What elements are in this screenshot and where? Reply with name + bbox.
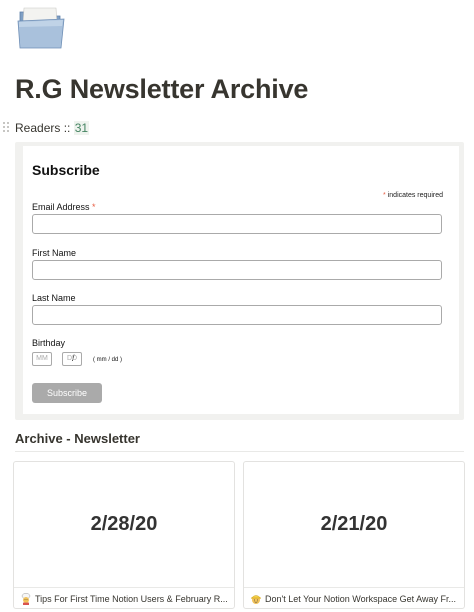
subscribe-embed: Subscribe * indicates required Email Add… <box>15 142 464 420</box>
required-note-text: indicates required <box>387 192 443 199</box>
birthday-hint: ( mm / dd ) <box>93 357 123 363</box>
cook-emoji-icon <box>21 593 31 605</box>
email-required-asterisk: * <box>92 202 96 212</box>
card-footer: Tips For First Time Notion Users & Febru… <box>14 587 234 608</box>
email-field[interactable] <box>32 214 442 234</box>
card-cover: 2/28/20 <box>14 462 234 587</box>
readers-label: Readers :: <box>15 121 71 135</box>
card-title: Don't Let Your Notion Workspace Get Away… <box>265 594 456 604</box>
last-name-label: Last Name <box>32 293 76 303</box>
gallery-card[interactable]: 2/21/20 Don't Let Your Notion Workspace … <box>243 461 465 609</box>
card-footer: Don't Let Your Notion Workspace Get Away… <box>244 587 464 608</box>
archive-section-title: Archive - Newsletter <box>15 431 140 446</box>
folder-icon <box>17 7 65 49</box>
card-title: Tips For First Time Notion Users & Febru… <box>35 594 228 604</box>
required-note: * indicates required <box>383 192 443 199</box>
birthday-label: Birthday <box>32 338 66 348</box>
last-name-field[interactable] <box>32 305 442 325</box>
birthday-day-input[interactable]: DD <box>62 352 82 366</box>
readers-count: 31 <box>73 121 90 135</box>
readers-row: Readers :: 31 <box>15 121 90 135</box>
birthday-month-input[interactable]: MM <box>32 352 52 366</box>
drag-handle-icon[interactable] <box>3 122 11 134</box>
gallery-card[interactable]: 2/28/20 Tips For First Time Notion Users… <box>13 461 235 609</box>
required-asterisk: * <box>383 192 386 199</box>
card-date: 2/28/20 <box>90 513 158 535</box>
card-date: 2/21/20 <box>320 513 388 535</box>
subscribe-heading: Subscribe <box>32 162 100 178</box>
first-name-label: First Name <box>32 248 77 258</box>
hard-hat-face-emoji-icon <box>250 595 262 604</box>
first-name-field[interactable] <box>32 260 442 280</box>
section-divider <box>15 451 464 452</box>
email-label-text: Email Address <box>32 202 90 212</box>
subscribe-form: Subscribe * indicates required Email Add… <box>23 146 459 414</box>
card-cover: 2/21/20 <box>244 462 464 587</box>
subscribe-button[interactable]: Subscribe <box>32 383 102 403</box>
email-label: Email Address * <box>32 202 96 212</box>
page-title: R.G Newsletter Archive <box>15 74 309 104</box>
